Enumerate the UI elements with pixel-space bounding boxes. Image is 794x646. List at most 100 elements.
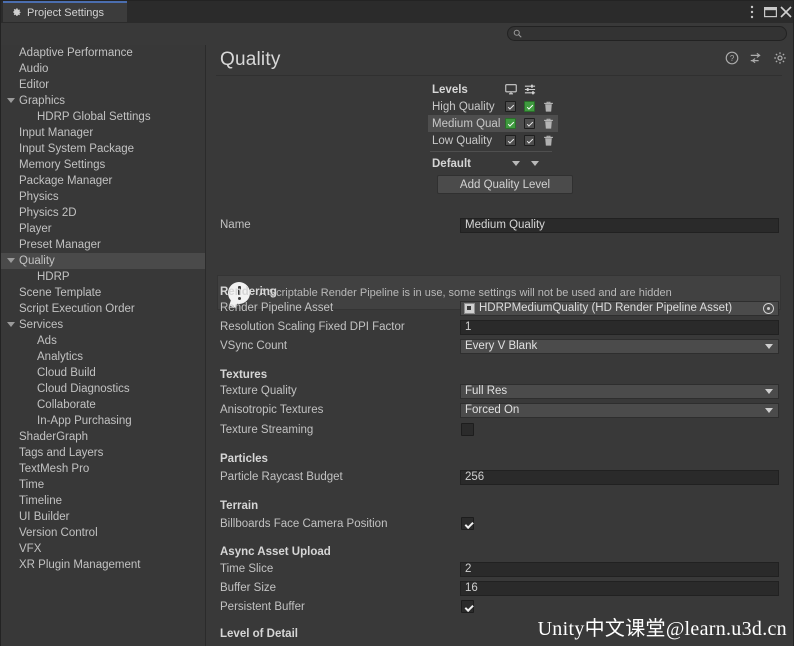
- default-col2-dropdown[interactable]: [525, 161, 544, 166]
- foldout-triangle-icon[interactable]: [7, 258, 15, 263]
- sidebar-item-script-execution-order[interactable]: Script Execution Order: [1, 301, 205, 317]
- sidebar-item-vfx[interactable]: VFX: [1, 541, 205, 557]
- sidebar-item-memory-settings[interactable]: Memory Settings: [1, 157, 205, 173]
- sidebar-item-ads[interactable]: Ads: [1, 333, 205, 349]
- sidebar-item-time[interactable]: Time: [1, 477, 205, 493]
- texture-quality-dropdown[interactable]: Full Res: [460, 384, 779, 399]
- sidebar-item-cloud-diagnostics[interactable]: Cloud Diagnostics: [1, 381, 205, 397]
- foldout-triangle-icon[interactable]: [7, 98, 15, 103]
- sidebar-item-cloud-build[interactable]: Cloud Build: [1, 365, 205, 381]
- sidebar-item-tags-and-layers[interactable]: Tags and Layers: [1, 445, 205, 461]
- quality-level-custom-checkbox[interactable]: [524, 135, 536, 146]
- quality-level-standalone-checkbox[interactable]: [505, 135, 517, 146]
- quality-level-delete-cell[interactable]: [539, 101, 558, 113]
- sidebar-item-label: Memory Settings: [19, 159, 106, 171]
- persistent-buffer-checkbox[interactable]: [461, 600, 474, 613]
- quality-level-custom-checkbox[interactable]: [524, 101, 536, 112]
- sidebar-item-physics-2d[interactable]: Physics 2D: [1, 205, 205, 221]
- sidebar-item-physics[interactable]: Physics: [1, 189, 205, 205]
- texture-streaming-checkbox[interactable]: [461, 423, 474, 436]
- preset-icon[interactable]: [749, 51, 763, 65]
- search-box[interactable]: [507, 26, 787, 41]
- resolution-scaling-input[interactable]: 1: [460, 320, 779, 335]
- quality-level-name: High Quality: [432, 100, 495, 113]
- sidebar-item-audio[interactable]: Audio: [1, 61, 205, 77]
- search-input[interactable]: [522, 27, 766, 40]
- sidebar-item-input-manager[interactable]: Input Manager: [1, 125, 205, 141]
- sidebar-item-timeline[interactable]: Timeline: [1, 493, 205, 509]
- settings-sidebar[interactable]: Adaptive Performance Audio Editor Graphics H…: [1, 45, 206, 646]
- quality-level-custom-cell[interactable]: [520, 101, 539, 112]
- sidebar-item-shadergraph[interactable]: ShaderGraph: [1, 429, 205, 445]
- quality-level-row[interactable]: Low Quality: [428, 132, 558, 149]
- sidebar-item-scene-template[interactable]: Scene Template: [1, 285, 205, 301]
- trash-icon[interactable]: [543, 135, 554, 147]
- chevron-down-icon: [511, 161, 520, 166]
- sidebar-item-analytics[interactable]: Analytics: [1, 349, 205, 365]
- sidebar-item-preset-manager[interactable]: Preset Manager: [1, 237, 205, 253]
- anisotropic-textures-dropdown[interactable]: Forced On: [460, 403, 779, 418]
- quality-level-standalone-checkbox[interactable]: [505, 101, 517, 112]
- texture-quality-row: Texture Quality Full Res: [206, 383, 793, 402]
- gear-icon[interactable]: [773, 51, 787, 65]
- title-bar: Project Settings: [1, 1, 793, 24]
- render-pipeline-asset-label: Render Pipeline Asset: [220, 302, 334, 314]
- quality-level-custom-cell[interactable]: [520, 118, 539, 129]
- billboards-face-camera-checkbox[interactable]: [461, 517, 474, 530]
- sidebar-item-quality[interactable]: Quality: [1, 253, 205, 269]
- default-col1-dropdown[interactable]: [506, 161, 525, 166]
- sidebar-item-hdrp-global-settings[interactable]: HDRP Global Settings: [1, 109, 205, 125]
- window-close-icon[interactable]: [780, 4, 792, 20]
- sidebar-item-collaborate[interactable]: Collaborate: [1, 397, 205, 413]
- sidebar-item-editor[interactable]: Editor: [1, 77, 205, 93]
- quality-levels-table: Levels High Quality Medium Qual Low Qualit…: [428, 81, 573, 194]
- quality-level-custom-cell[interactable]: [520, 135, 539, 146]
- tab-project-settings[interactable]: Project Settings: [3, 1, 127, 22]
- quality-level-row[interactable]: Medium Qual: [428, 115, 558, 132]
- sidebar-item-label: Physics: [19, 191, 59, 203]
- textures-section-label: Textures: [220, 369, 268, 381]
- sidebar-item-textmesh-pro[interactable]: TextMesh Pro: [1, 461, 205, 477]
- trash-icon[interactable]: [543, 118, 554, 130]
- sidebar-item-ui-builder[interactable]: UI Builder: [1, 509, 205, 525]
- sidebar-item-adaptive-performance[interactable]: Adaptive Performance: [1, 45, 205, 61]
- particles-section-header: Particles: [206, 451, 793, 470]
- vsync-count-row: VSync Count Every V Blank: [206, 338, 793, 357]
- sidebar-item-services[interactable]: Services: [1, 317, 205, 333]
- resolution-scaling-row: Resolution Scaling Fixed DPI Factor 1: [206, 319, 793, 338]
- foldout-triangle-icon[interactable]: [7, 322, 15, 327]
- quality-level-standalone-checkbox[interactable]: [505, 118, 517, 129]
- render-pipeline-asset-field[interactable]: HDRPMediumQuality (HD Render Pipeline As…: [460, 301, 779, 316]
- buffer-size-input[interactable]: 16: [460, 581, 779, 596]
- sidebar-item-hdrp[interactable]: HDRP: [1, 269, 205, 285]
- object-picker-icon[interactable]: [763, 303, 774, 314]
- quality-level-standalone-cell[interactable]: [501, 101, 520, 112]
- time-slice-input[interactable]: 2: [460, 562, 779, 577]
- sidebar-item-input-system-package[interactable]: Input System Package: [1, 141, 205, 157]
- sidebar-item-label: In-App Purchasing: [37, 415, 132, 427]
- quality-level-delete-cell[interactable]: [539, 118, 558, 130]
- sidebar-item-xr-plugin-management[interactable]: XR Plugin Management: [1, 557, 205, 573]
- quality-level-row[interactable]: High Quality: [428, 98, 558, 115]
- sidebar-item-version-control[interactable]: Version Control: [1, 525, 205, 541]
- vsync-count-dropdown[interactable]: Every V Blank: [460, 339, 779, 354]
- sidebar-item-in-app-purchasing[interactable]: In-App Purchasing: [1, 413, 205, 429]
- settings-sliders-icon: [520, 84, 539, 95]
- window-menu-icon[interactable]: [746, 4, 758, 20]
- quality-level-custom-checkbox[interactable]: [524, 118, 536, 129]
- add-quality-level-button[interactable]: Add Quality Level: [437, 175, 573, 194]
- sidebar-item-label: TextMesh Pro: [19, 463, 90, 475]
- window-maximize-icon[interactable]: [763, 4, 777, 20]
- trash-icon[interactable]: [543, 101, 554, 113]
- sidebar-item-graphics[interactable]: Graphics: [1, 93, 205, 109]
- sidebar-item-player[interactable]: Player: [1, 221, 205, 237]
- sidebar-item-label: Preset Manager: [19, 239, 101, 251]
- help-icon[interactable]: ?: [725, 51, 739, 65]
- name-input[interactable]: Medium Quality: [460, 218, 779, 233]
- particle-raycast-budget-input[interactable]: 256: [460, 470, 779, 485]
- page-title: Quality: [220, 49, 281, 70]
- quality-level-delete-cell[interactable]: [539, 135, 558, 147]
- quality-level-standalone-cell[interactable]: [501, 118, 520, 129]
- quality-level-standalone-cell[interactable]: [501, 135, 520, 146]
- sidebar-item-package-manager[interactable]: Package Manager: [1, 173, 205, 189]
